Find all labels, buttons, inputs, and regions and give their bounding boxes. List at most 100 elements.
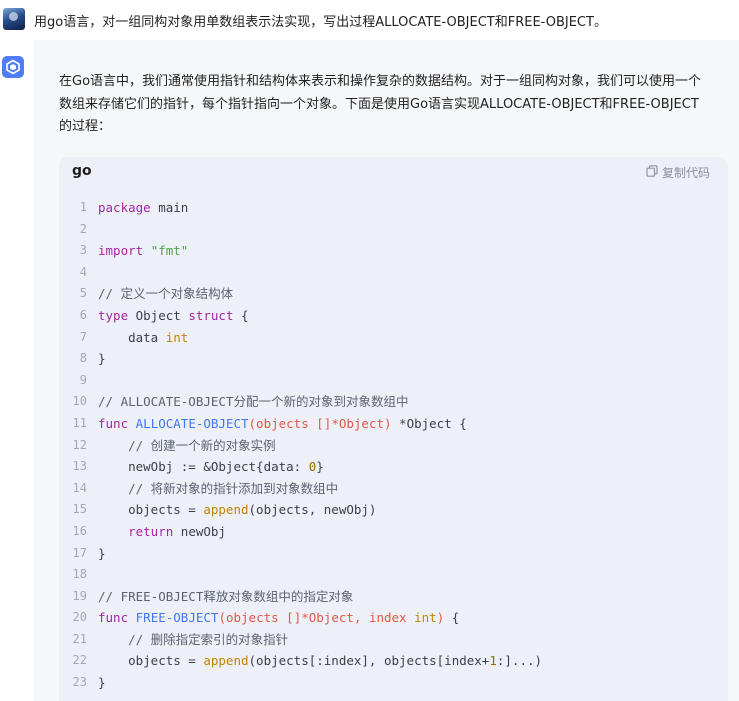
code-line: 23} (59, 672, 728, 694)
code-text: // 删除指定索引的对象指针 (98, 629, 288, 651)
code-line: 13 newObj := &Object{data: 0} (59, 456, 728, 478)
assistant-logo-icon (2, 56, 24, 78)
code-line: 20 func FREE-OBJECT(objects []*Object, in… (59, 607, 728, 629)
line-number: 1 (79, 200, 87, 214)
code-text: // 将新对象的指针添加到对象数组中 (98, 478, 338, 500)
code-line: 8} (59, 348, 728, 370)
code-token: (objects, newObj) (248, 502, 377, 518)
code-token: (objects []*Object) (248, 415, 392, 431)
code-token: { (444, 610, 460, 626)
code-text: return newObj (98, 521, 226, 543)
code-text: objects = append(objects, newObj) (98, 499, 376, 521)
code-token: FREE-OBJECT (135, 610, 219, 626)
line-number: 3 (79, 243, 87, 258)
code-line: 16 return newObj (59, 521, 728, 543)
code-line: 5 // 定义一个对象结构体 (59, 283, 728, 305)
code-token: (objects[:index], objects[index+ (248, 653, 490, 669)
copy-code-button[interactable]: 复制代码 (646, 164, 710, 180)
line-number: 2 (79, 221, 87, 236)
code-text: import "fmt" (98, 240, 188, 262)
code-token: struct (188, 307, 234, 323)
intro-line: 数组来存储它们的指针，每个指针指向一个对象。下面是使用Go语言实现ALLOCAT… (59, 96, 699, 112)
code-line: 3 import "fmt" (59, 240, 728, 262)
copy-code-label: 复制代码 (661, 165, 710, 180)
code-token: objects = (98, 502, 204, 518)
code-token: newObj := &Object{data: (98, 459, 309, 475)
code-token: // 创建一个新的对象实例 (98, 437, 276, 453)
line-number: 15 (72, 502, 87, 517)
code-line: 7 data int (59, 327, 728, 349)
code-lines: 1 package main 2 3 import "fmt" 4 5// 定义一个对象结构… (59, 197, 728, 694)
code-line: 12 // 创建一个新的对象实例 (59, 435, 728, 457)
code-text: objects = append(objects[:index], object… (98, 650, 542, 672)
code-line: 11 func ALLOCATE-OBJECT(objects []*Object… (59, 413, 728, 435)
line-number: 10 (72, 394, 87, 409)
copy-icon (646, 164, 658, 180)
line-number: 20 (72, 610, 87, 625)
code-token: 1 (489, 653, 497, 669)
line-number: 17 (72, 545, 87, 560)
code-token: // 删除指定索引的对象指针 (98, 631, 289, 647)
user-message-row: 用go语言，对一组同构对象用单数组表示法实现，写出过程ALLOCATE-OBJE… (0, 0, 739, 40)
code-token: Object (128, 307, 189, 323)
line-number: 8 (79, 351, 87, 366)
code-token: newObj (173, 523, 226, 539)
code-text: type Object struct { (98, 305, 249, 327)
code-token: objects = (98, 653, 204, 669)
code-token: } (316, 459, 324, 475)
code-line: 1 package main (59, 197, 728, 219)
code-line: 6 type Object struct { (59, 305, 728, 327)
code-line: 10 // ALLOCATE-OBJECT分配一个新的对象到对象数组中 (59, 391, 728, 413)
line-number: 21 (72, 631, 87, 646)
code-text: } (98, 672, 106, 694)
code-token: :]...) (496, 653, 543, 669)
code-token: func (98, 610, 129, 626)
code-line: 15 objects = append(objects, newObj) (59, 499, 728, 521)
code-text: } (98, 348, 106, 370)
code-line: 4 (59, 262, 728, 284)
line-number: 7 (79, 329, 87, 344)
code-token: func (98, 415, 129, 431)
line-number: 19 (72, 588, 87, 603)
code-text: // ALLOCATE-OBJECT分配一个新的对象到对象数组中 (98, 391, 408, 413)
code-token: } (98, 545, 106, 561)
code-text: func FREE-OBJECT(objects []*Object, inde… (98, 607, 459, 629)
code-line: 2 (59, 219, 728, 241)
code-language-label: go (72, 163, 92, 179)
code-token: // 将新对象的指针添加到对象数组中 (98, 480, 339, 496)
line-number: 9 (79, 372, 87, 387)
line-number: 13 (72, 459, 87, 474)
user-message-text: 用go语言，对一组同构对象用单数组表示法实现，写出过程ALLOCATE-OBJE… (34, 15, 607, 30)
code-token: } (98, 675, 106, 691)
code-text: data int (98, 327, 188, 349)
code-token: import (98, 243, 144, 259)
code-block: go 复制代码 1 package main 2 3 import "fmt" 4 5// … (59, 157, 728, 701)
assistant-intro-text: 在Go语言中，我们通常使用指针和结构体来表示和操作复杂的数据结构。对于一组同构对… (59, 71, 731, 139)
code-line: 22 objects = append(objects[:index], obj… (59, 650, 728, 672)
code-text: // 定义一个对象结构体 (98, 283, 233, 305)
line-number: 23 (72, 675, 87, 690)
code-token: append (203, 653, 249, 669)
code-token: // 定义一个对象结构体 (98, 286, 234, 302)
user-avatar (3, 8, 25, 30)
intro-line: 的过程： (59, 119, 112, 134)
code-text: func ALLOCATE-OBJECT(objects []*Object) … (98, 413, 467, 435)
code-line: 14 // 将新对象的指针添加到对象数组中 (59, 478, 728, 500)
code-line: 9 (59, 370, 728, 392)
code-token: int (414, 610, 437, 626)
line-number: 12 (72, 437, 87, 452)
code-token: } (98, 351, 106, 367)
code-text: package main (98, 197, 188, 219)
line-number: 18 (72, 567, 87, 582)
code-token: type (98, 307, 129, 323)
code-token: (objects []*Object, index (218, 610, 415, 626)
code-line: 21 // 删除指定索引的对象指针 (59, 629, 728, 651)
code-token: int (165, 329, 189, 345)
code-text: // FREE-OBJECT释放对象数组中的指定对象 (98, 586, 353, 608)
line-number: 5 (79, 286, 87, 301)
code-line: 18 (59, 564, 728, 586)
code-token: data (98, 329, 166, 345)
line-number: 4 (79, 264, 87, 279)
